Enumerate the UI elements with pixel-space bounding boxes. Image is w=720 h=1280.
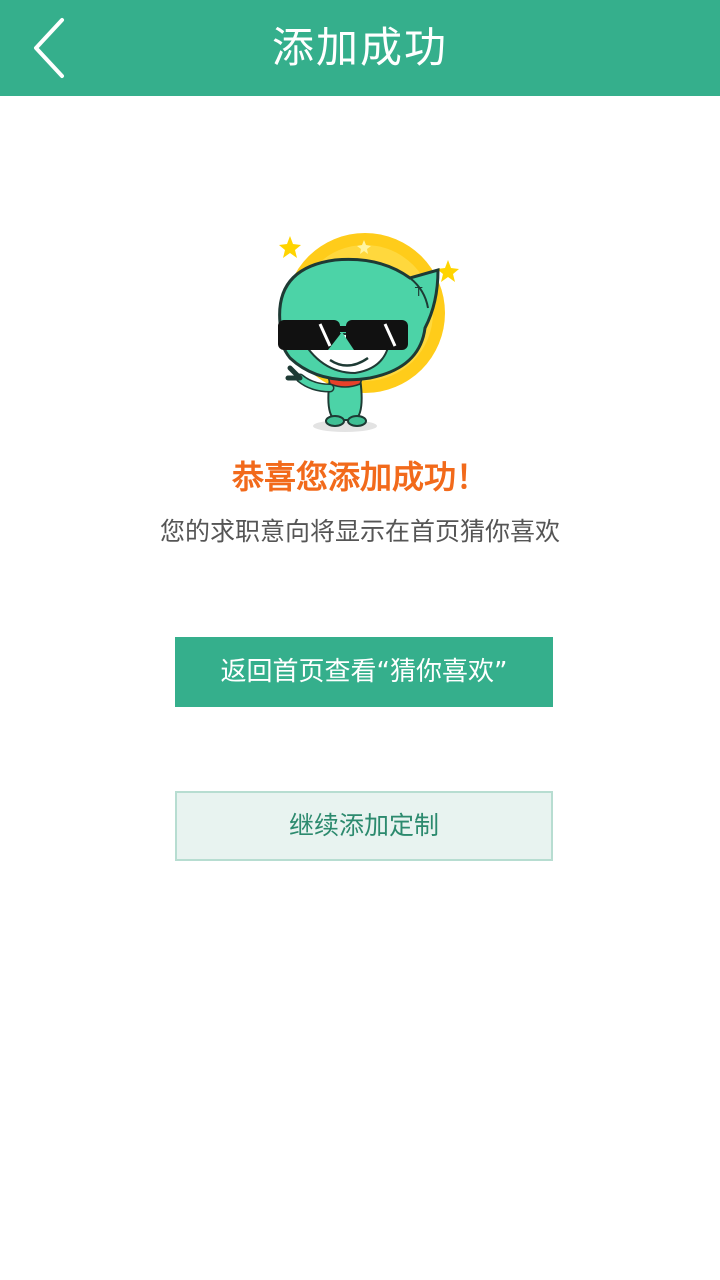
success-subtitle: 您的求职意向将显示在首页猜你喜欢 [159,517,560,546]
success-title: 恭喜您添加成功！ [231,458,488,496]
chevron-left-icon [34,18,64,78]
back-button[interactable] [20,12,80,84]
svg-text:T: T [414,285,423,299]
page-title: 添加成功 [271,23,448,72]
mascot-illustration: T [260,228,470,438]
continue-adding-button[interactable]: 继续添加定制 [175,791,553,861]
top-bar: 添加成功 [0,0,720,96]
back-to-home-button[interactable]: 返回首页查看“猜你喜欢” [175,637,553,707]
